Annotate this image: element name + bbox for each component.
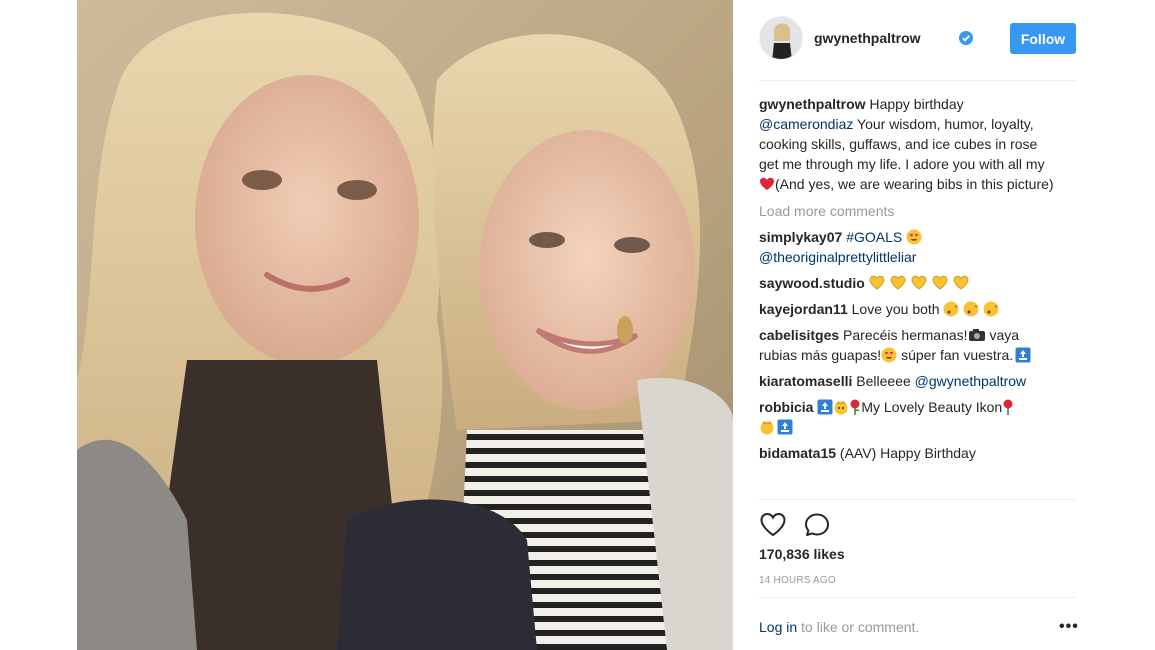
comment-username[interactable]: kiaratomaselli [759,373,852,389]
comment-bubble-icon[interactable] [803,512,831,543]
comment-item: saywood.studio [759,273,1059,293]
heart-eyes-emoji-icon [906,229,922,245]
avatar-image [760,17,802,59]
comment-item: robbicia My Lovely Beauty Ikon [759,397,1059,437]
post-photo[interactable] [77,0,733,650]
comment-username[interactable]: simplykay07 [759,229,842,245]
comment-item: kiaratomaselli Belleeee @gwynethpaltrow [759,371,1059,391]
camera-emoji-icon [968,327,986,343]
post-caption: gwynethpaltrow Happy birthday @camerondi… [759,94,1059,194]
princess-emoji-icon [759,419,775,435]
comment-mention[interactable]: @gwynethpaltrow [915,373,1027,389]
top-emoji-icon [1013,347,1031,363]
comment-item: simplykay07 #GOALS @theoriginalprettylit… [759,227,1059,267]
rose-emoji-icon [1002,399,1014,415]
comment-item: kayejordan11 Love you both [759,299,1059,319]
comment-text: (AAV) Happy Birthday [836,445,976,461]
yellow-hearts-emoji-icon [869,275,973,291]
login-prompt-text: to like or comment. [797,619,920,635]
heart-eyes-emoji-icon [881,347,897,363]
comment-username[interactable]: cabelisitges [759,327,839,343]
comment-text-3: súper fan vuestra. [897,347,1014,363]
follow-button[interactable]: Follow [1010,23,1076,54]
kiss-emoji-icon [943,301,1001,317]
comment-username[interactable]: kayejordan11 [759,301,848,317]
login-prompt: Log in to like or comment. [759,619,919,635]
top-emoji-icon [817,399,833,415]
post-actions [759,512,879,538]
post-header: gwynethpaltrow Follow [759,14,1076,64]
comment-item: cabelisitges Parecéis hermanas! vaya rub… [759,325,1059,365]
login-link[interactable]: Log in [759,619,797,635]
princess-emoji-icon [833,399,849,415]
rose-emoji-icon [849,399,861,415]
comment-username[interactable]: saywood.studio [759,275,865,291]
red-heart-emoji-icon [759,176,775,192]
heart-outline-icon[interactable] [759,512,787,543]
load-more-comments[interactable]: Load more comments [759,201,1059,221]
comment-text: Love you both [847,301,944,317]
comments-divider [759,499,1076,500]
comment-hashtag[interactable]: #GOALS [846,229,902,245]
post-timestamp[interactable]: 14 HOURS AGO [759,575,836,586]
post-sidebar: gwynethpaltrow Follow gwynethpaltrow Hap… [733,0,1098,650]
comment-username[interactable]: bidamata15 [759,445,836,461]
comment-username[interactable]: robbicia [759,399,813,415]
header-divider [759,80,1076,81]
likes-count[interactable]: 170,836 likes [759,546,845,562]
caption-username[interactable]: gwynethpaltrow [759,96,866,112]
caption-text-1: Happy birthday [865,96,964,112]
more-options-icon[interactable]: ••• [1059,618,1079,636]
comments-list[interactable]: gwynethpaltrow Happy birthday @camerondi… [759,94,1059,499]
top-emoji-icon [775,419,793,435]
footer-divider [759,597,1076,598]
comment-item: bidamata15 (AAV) Happy Birthday [759,443,1059,463]
avatar[interactable] [759,16,803,60]
verified-badge-icon [959,31,973,50]
username[interactable]: gwynethpaltrow [814,30,921,46]
comment-text: My Lovely Beauty Ikon [861,399,1003,415]
comment-text: Belleeee [852,373,915,389]
caption-mention[interactable]: @camerondiaz [759,116,853,132]
post-photo-image [77,0,733,650]
caption-text-3: (And yes, we are wearing bibs in this pi… [775,176,1054,192]
comment-mention[interactable]: @theoriginalprettylittleliar [759,249,916,265]
comment-text: Parecéis hermanas! [839,327,968,343]
